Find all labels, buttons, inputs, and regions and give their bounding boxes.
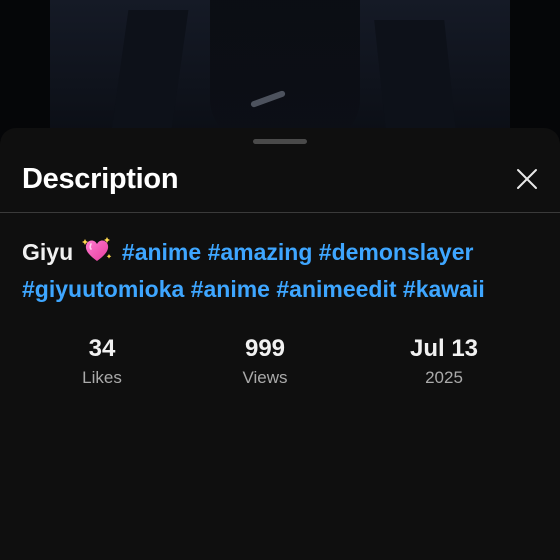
video-scene-shape [374,20,456,130]
hashtag-link[interactable]: #amazing [208,239,313,265]
likes-count: 34 [88,335,116,362]
description-text: Giyu #anime #amazing #demonslayer #giyuu… [22,236,542,306]
description-sheet: Description Giyu #anime #amazing #demons… [0,128,560,560]
sheet-header: Description [0,148,560,212]
video-player-background[interactable] [0,0,560,140]
sheet-title: Description [22,163,179,195]
description-caption: Giyu [22,239,74,265]
drag-handle[interactable] [253,139,307,144]
sparkling-heart-icon [81,236,112,273]
hashtag-link[interactable]: #giyuutomioka [22,276,184,302]
views-count: 999 [244,335,286,362]
views-stat: 999 Views [185,334,345,392]
publish-year: 2025 [425,368,463,387]
hashtag-link[interactable]: #anime [122,239,201,265]
close-button[interactable] [512,164,542,194]
likes-label: Likes [82,368,122,387]
header-divider [0,212,560,213]
hashtag-link[interactable]: #kawaii [403,276,485,302]
views-label: Views [242,368,288,387]
video-figure-silhouette [210,0,360,140]
hashtag-link[interactable]: #anime [191,276,270,302]
hashtag-link[interactable]: #animeedit [276,276,396,302]
screen: Description Giyu #anime #amazing #demons… [0,0,560,560]
close-icon [517,169,537,189]
date-stat: Jul 13 2025 [364,334,524,392]
publish-date: Jul 13 [409,335,479,362]
likes-stat: 34 Likes [22,334,182,392]
video-stats: 34 Likes 999 Views Jul 13 2025 [0,334,560,394]
hashtag-link[interactable]: #demonslayer [319,239,474,265]
